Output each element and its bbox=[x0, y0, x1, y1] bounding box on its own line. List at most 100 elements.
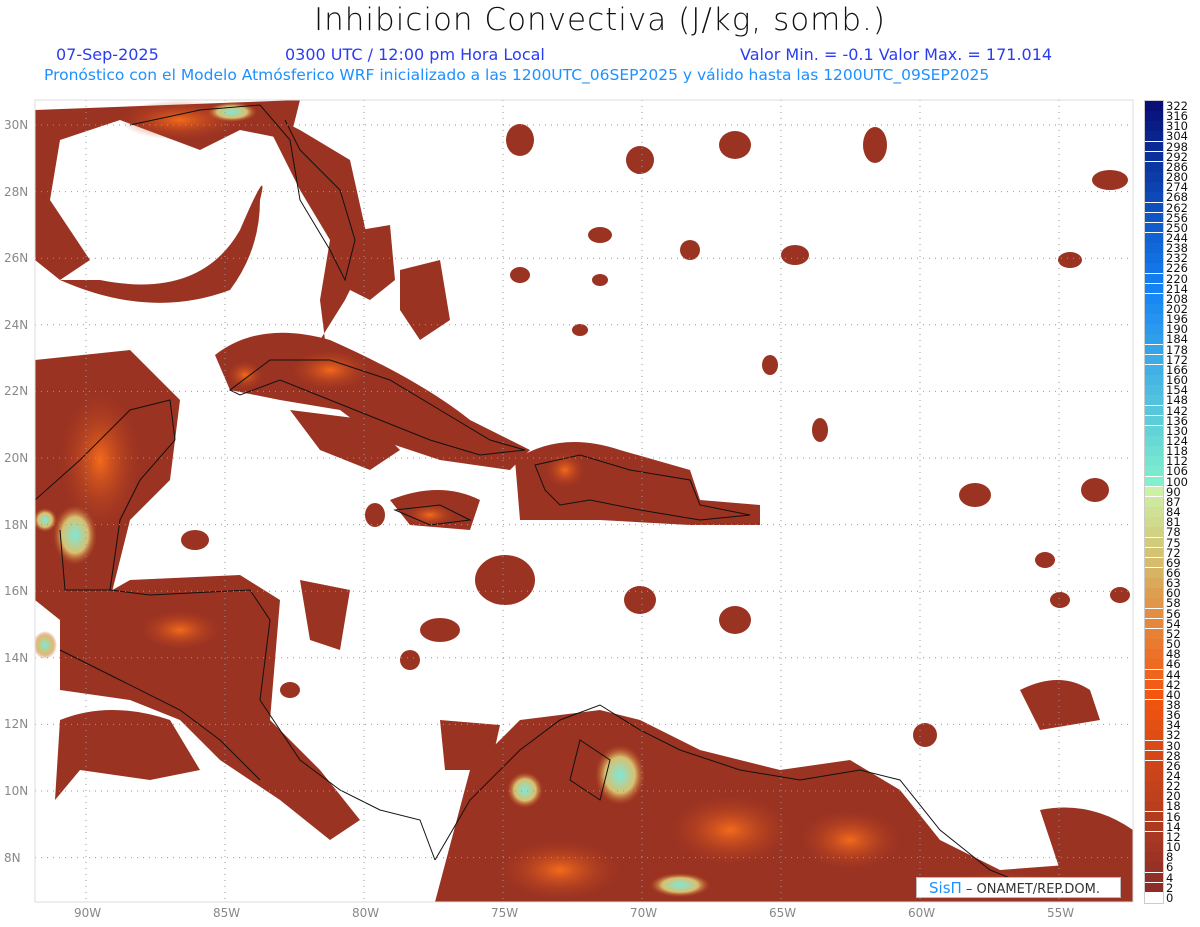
lon-tick-label: 70W bbox=[630, 906, 658, 920]
colorbar-cell bbox=[1145, 669, 1163, 681]
colorbar-cell bbox=[1145, 588, 1163, 599]
colorbar-cell bbox=[1145, 293, 1163, 305]
colorbar-cell bbox=[1145, 344, 1163, 356]
colorbar-cell bbox=[1145, 425, 1163, 437]
colorbar-cell bbox=[1145, 456, 1163, 467]
colorbar-cell bbox=[1145, 517, 1163, 528]
colorbar-cell bbox=[1145, 882, 1163, 894]
colorbar-cell bbox=[1145, 131, 1163, 143]
colorbar-cell bbox=[1145, 253, 1163, 264]
colorbar-cell bbox=[1145, 771, 1163, 782]
colorbar-cell bbox=[1145, 141, 1163, 153]
colorbar-cell bbox=[1145, 791, 1163, 802]
colorbar-cell bbox=[1145, 496, 1163, 508]
colorbar-cell bbox=[1145, 507, 1163, 518]
colorbar-cell bbox=[1145, 446, 1163, 457]
colorbar-cell bbox=[1145, 649, 1163, 660]
lat-tick-label: 18N bbox=[4, 517, 29, 532]
colorbar bbox=[1144, 100, 1164, 904]
colorbar-cell bbox=[1145, 547, 1163, 559]
lon-tick-label: 60W bbox=[908, 906, 936, 920]
colorbar-cell bbox=[1145, 679, 1163, 691]
credit-text: – ONAMET/REP.DOM. bbox=[961, 882, 1100, 897]
colorbar-cell bbox=[1145, 334, 1163, 346]
colorbar-cell bbox=[1145, 659, 1163, 670]
colorbar-cell bbox=[1145, 567, 1163, 579]
colorbar-cell bbox=[1145, 182, 1163, 193]
colorbar-cell bbox=[1145, 324, 1163, 335]
colorbar-cell bbox=[1145, 354, 1163, 366]
lat-tick-label: 30N bbox=[4, 118, 29, 132]
lat-tick-label: 12N bbox=[4, 717, 29, 732]
colorbar-cell bbox=[1145, 527, 1163, 539]
colorbar-cell bbox=[1145, 689, 1163, 701]
colorbar-cell bbox=[1145, 639, 1163, 650]
colorbar-cell bbox=[1145, 436, 1163, 447]
cin-shading bbox=[35, 100, 1133, 902]
colorbar-cell bbox=[1145, 232, 1163, 244]
colorbar-cell bbox=[1145, 161, 1163, 173]
lon-tick-label: 85W bbox=[213, 906, 241, 920]
map-canvas bbox=[34, 99, 1134, 903]
lat-tick-label: 8N bbox=[4, 850, 21, 865]
lon-tick-label: 65W bbox=[769, 906, 797, 920]
colorbar-cell bbox=[1145, 852, 1163, 863]
colorbar-cell bbox=[1145, 151, 1163, 163]
colorbar-cell bbox=[1145, 202, 1163, 214]
lat-tick-label: 20N bbox=[4, 451, 29, 465]
colorbar-cell bbox=[1145, 842, 1163, 853]
colorbar-cell bbox=[1145, 730, 1163, 742]
colorbar-cell bbox=[1145, 405, 1163, 417]
lat-tick-label: 24N bbox=[4, 317, 29, 332]
colorbar-cell bbox=[1145, 699, 1163, 711]
lat-tick-label: 10N bbox=[4, 784, 29, 798]
colorbar-cell bbox=[1145, 821, 1163, 833]
credit-label: SisΠ – ONAMET/REP.DOM. bbox=[916, 877, 1121, 898]
colorbar-label: 0 bbox=[1166, 890, 1174, 905]
colorbar-cell bbox=[1145, 283, 1163, 295]
lon-tick-label: 90W bbox=[74, 906, 102, 920]
lat-tick-label: 16N bbox=[4, 584, 29, 599]
colorbar-cell bbox=[1145, 222, 1163, 234]
colorbar-cell bbox=[1145, 466, 1163, 478]
lon-tick-label: 55W bbox=[1047, 906, 1075, 920]
colorbar-cell bbox=[1145, 892, 1163, 904]
lon-tick-label: 75W bbox=[491, 906, 519, 920]
colorbar-cell bbox=[1145, 364, 1163, 376]
colorbar-cell bbox=[1145, 304, 1163, 315]
colorbar-cell bbox=[1145, 608, 1163, 620]
colorbar-cell bbox=[1145, 781, 1163, 792]
colorbar-cell bbox=[1145, 212, 1163, 224]
colorbar-cell bbox=[1145, 740, 1163, 752]
colorbar-cell bbox=[1145, 618, 1163, 630]
lon-tick-label: 80W bbox=[352, 906, 380, 920]
colorbar-cell bbox=[1145, 395, 1163, 407]
colorbar-cell bbox=[1145, 578, 1163, 589]
colorbar-cell bbox=[1145, 243, 1163, 254]
colorbar-cell bbox=[1145, 872, 1163, 884]
colorbar-cell bbox=[1145, 710, 1163, 721]
colorbar-cell bbox=[1145, 415, 1163, 427]
colorbar-cell bbox=[1145, 314, 1163, 325]
colorbar-cell bbox=[1145, 628, 1163, 640]
colorbar-cell bbox=[1145, 557, 1163, 569]
sispi-logo: SisΠ bbox=[929, 879, 962, 897]
lat-tick-label: 26N bbox=[4, 251, 29, 266]
colorbar-cell bbox=[1145, 192, 1163, 203]
lat-tick-label: 28N bbox=[4, 184, 29, 199]
colorbar-cell bbox=[1145, 121, 1163, 132]
colorbar-cell bbox=[1145, 537, 1163, 549]
colorbar-cell bbox=[1145, 263, 1163, 275]
colorbar-cell bbox=[1145, 172, 1163, 183]
colorbar-cell bbox=[1145, 385, 1163, 396]
colorbar-cell bbox=[1145, 750, 1163, 762]
colorbar-cell bbox=[1145, 111, 1163, 122]
colorbar-cell bbox=[1145, 831, 1163, 843]
colorbar-cell bbox=[1145, 598, 1163, 610]
colorbar-cell bbox=[1145, 862, 1163, 874]
colorbar-cell bbox=[1145, 486, 1163, 498]
colorbar-cell bbox=[1145, 801, 1163, 813]
colorbar-cell bbox=[1145, 811, 1163, 823]
colorbar-cell bbox=[1145, 375, 1163, 386]
colorbar-cell bbox=[1145, 760, 1163, 772]
